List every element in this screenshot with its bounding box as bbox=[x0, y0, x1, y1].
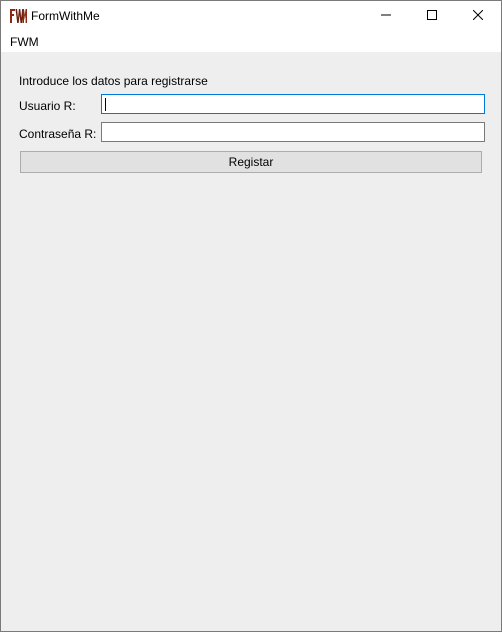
password-field[interactable] bbox=[101, 122, 485, 142]
title-bar[interactable]: FormWithMe bbox=[1, 1, 501, 31]
register-button[interactable]: Registar bbox=[20, 151, 482, 173]
text-caret bbox=[105, 98, 106, 111]
close-icon bbox=[472, 9, 484, 23]
form-intro-text: Introduce los datos para registrarse bbox=[19, 74, 208, 88]
minimize-icon bbox=[381, 9, 391, 23]
username-label: Usuario R: bbox=[19, 99, 76, 113]
password-label: Contraseña R: bbox=[19, 127, 97, 141]
registration-form: Introduce los datos para registrarse Usu… bbox=[1, 52, 501, 631]
maximize-icon bbox=[427, 9, 437, 23]
app-window: FormWithMe FWM Introduce los datos para … bbox=[0, 0, 502, 632]
minimize-button[interactable] bbox=[363, 1, 409, 31]
fwm-logo-icon bbox=[9, 8, 27, 24]
window-title: FormWithMe bbox=[31, 9, 100, 23]
menu-bar: FWM bbox=[1, 31, 501, 52]
username-field[interactable] bbox=[101, 94, 485, 114]
close-button[interactable] bbox=[455, 1, 501, 31]
maximize-button[interactable] bbox=[409, 1, 455, 31]
menu-item-fwm[interactable]: FWM bbox=[9, 35, 40, 49]
